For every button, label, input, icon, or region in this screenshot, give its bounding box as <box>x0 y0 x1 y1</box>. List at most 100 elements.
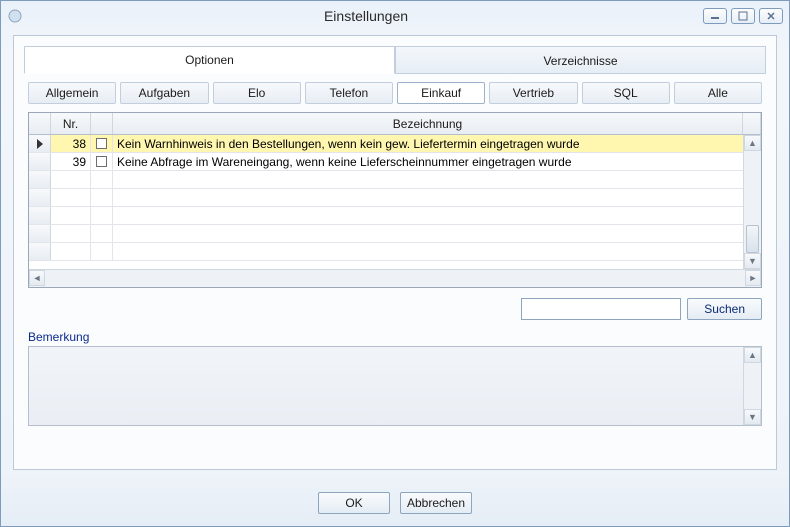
subtab-einkauf-label: Einkauf <box>421 86 461 100</box>
cell-checkbox[interactable] <box>91 135 113 152</box>
maximize-icon <box>738 11 748 21</box>
cell-nr: 38 <box>51 135 91 152</box>
tab-verzeichnisse-label: Verzeichnisse <box>543 54 617 68</box>
options-grid: Nr. Bezeichnung 38 Kein Warnhinweis in de… <box>28 112 762 288</box>
scroll-down-icon[interactable]: ▼ <box>744 253 761 269</box>
subtab-allgemein[interactable]: Allgemein <box>28 82 116 104</box>
ok-button-label: OK <box>345 496 362 510</box>
subtab-aufgaben-label: Aufgaben <box>139 86 190 100</box>
grid-header-bezeichnung[interactable]: Bezeichnung <box>113 113 743 134</box>
cell-nr <box>51 171 91 188</box>
search-row: Suchen <box>24 292 766 322</box>
ok-button[interactable]: OK <box>318 492 390 514</box>
cell-checkbox <box>91 225 113 242</box>
table-row <box>29 171 761 189</box>
row-selector <box>29 243 51 260</box>
grid-header-rowselector <box>29 113 51 134</box>
row-selector <box>29 189 51 206</box>
search-button[interactable]: Suchen <box>687 298 762 320</box>
scroll-right-icon[interactable]: ► <box>745 270 761 286</box>
cell-checkbox <box>91 171 113 188</box>
cell-nr <box>51 243 91 260</box>
table-row[interactable]: 39 Keine Abfrage im Wareneingang, wenn ke… <box>29 153 761 171</box>
checkbox-icon <box>96 138 107 149</box>
subtab-alle[interactable]: Alle <box>674 82 762 104</box>
grid-header-scrollspace <box>743 113 761 134</box>
content-panel: Optionen Verzeichnisse Allgemein Aufgabe… <box>13 35 777 470</box>
cell-nr: 39 <box>51 153 91 170</box>
row-selector <box>29 207 51 224</box>
cell-bezeichnung <box>113 189 761 206</box>
settings-window: Einstellungen Optionen Verzeichnisse All… <box>0 0 790 527</box>
subtab-einkauf[interactable]: Einkauf <box>397 82 485 104</box>
subtab-sql[interactable]: SQL <box>582 82 670 104</box>
cell-bezeichnung: Keine Abfrage im Wareneingang, wenn kein… <box>113 153 761 170</box>
search-input[interactable] <box>521 298 681 320</box>
cancel-button-label: Abbrechen <box>407 496 465 510</box>
grid-header-checkbox <box>91 113 113 134</box>
subtab-elo[interactable]: Elo <box>213 82 301 104</box>
close-icon <box>766 11 776 21</box>
table-row <box>29 225 761 243</box>
cell-bezeichnung <box>113 207 761 224</box>
remark-scroll-up-icon[interactable]: ▲ <box>744 347 761 363</box>
table-row <box>29 207 761 225</box>
subtab-sql-label: SQL <box>614 86 638 100</box>
table-row <box>29 243 761 261</box>
window-buttons <box>703 8 783 24</box>
grid-header: Nr. Bezeichnung <box>29 113 761 135</box>
cell-nr <box>51 189 91 206</box>
cell-bezeichnung <box>113 171 761 188</box>
subtab-telefon[interactable]: Telefon <box>305 82 393 104</box>
maximize-button[interactable] <box>731 8 755 24</box>
table-row[interactable]: 38 Kein Warnhinweis in den Bestellungen, … <box>29 135 761 153</box>
minimize-icon <box>710 11 720 21</box>
table-row <box>29 189 761 207</box>
cell-checkbox[interactable] <box>91 153 113 170</box>
sub-tab-area: Allgemein Aufgaben Elo Telefon Einkauf V… <box>24 73 766 426</box>
row-selector <box>29 171 51 188</box>
cell-bezeichnung: Kein Warnhinweis in den Bestellungen, we… <box>113 135 761 152</box>
cell-bezeichnung <box>113 225 761 242</box>
search-button-label: Suchen <box>704 302 745 316</box>
row-selector[interactable] <box>29 153 51 170</box>
checkbox-icon <box>96 156 107 167</box>
grid-body: 38 Kein Warnhinweis in den Bestellungen, … <box>29 135 761 287</box>
tab-verzeichnisse[interactable]: Verzeichnisse <box>395 46 766 74</box>
cell-checkbox <box>91 207 113 224</box>
subtab-vertrieb-label: Vertrieb <box>513 86 554 100</box>
cell-nr <box>51 225 91 242</box>
subtab-alle-label: Alle <box>708 86 728 100</box>
cancel-button[interactable]: Abbrechen <box>400 492 472 514</box>
row-selector <box>29 225 51 242</box>
grid-horizontal-scrollbar[interactable]: ◄ ► <box>29 269 761 287</box>
cell-checkbox <box>91 243 113 260</box>
scroll-left-icon[interactable]: ◄ <box>29 270 45 286</box>
tab-optionen[interactable]: Optionen <box>24 46 395 74</box>
subtab-telefon-label: Telefon <box>330 86 369 100</box>
subtab-allgemein-label: Allgemein <box>46 86 99 100</box>
scroll-up-icon[interactable]: ▲ <box>744 135 761 151</box>
minimize-button[interactable] <box>703 8 727 24</box>
remark-textarea[interactable]: ▲ ▼ <box>28 346 762 426</box>
remark-scroll-down-icon[interactable]: ▼ <box>744 409 761 425</box>
sub-tabs: Allgemein Aufgaben Elo Telefon Einkauf V… <box>24 82 766 104</box>
row-selector[interactable] <box>29 135 51 152</box>
grid-vertical-scrollbar[interactable]: ▲ ▼ <box>743 135 761 269</box>
app-icon <box>7 8 23 24</box>
window-title: Einstellungen <box>29 8 703 24</box>
remark-scrollbar[interactable]: ▲ ▼ <box>743 347 761 425</box>
main-tabs: Optionen Verzeichnisse <box>24 46 766 74</box>
subtab-vertrieb[interactable]: Vertrieb <box>489 82 577 104</box>
remark-label: Bemerkung <box>24 322 766 346</box>
subtab-aufgaben[interactable]: Aufgaben <box>120 82 208 104</box>
grid-header-nr[interactable]: Nr. <box>51 113 91 134</box>
close-button[interactable] <box>759 8 783 24</box>
tab-optionen-label: Optionen <box>185 53 234 67</box>
footer-buttons: OK Abbrechen <box>1 480 789 526</box>
titlebar: Einstellungen <box>1 1 789 31</box>
scroll-thumb[interactable] <box>746 225 759 253</box>
cell-bezeichnung <box>113 243 761 260</box>
cell-checkbox <box>91 189 113 206</box>
subtab-elo-label: Elo <box>248 86 265 100</box>
